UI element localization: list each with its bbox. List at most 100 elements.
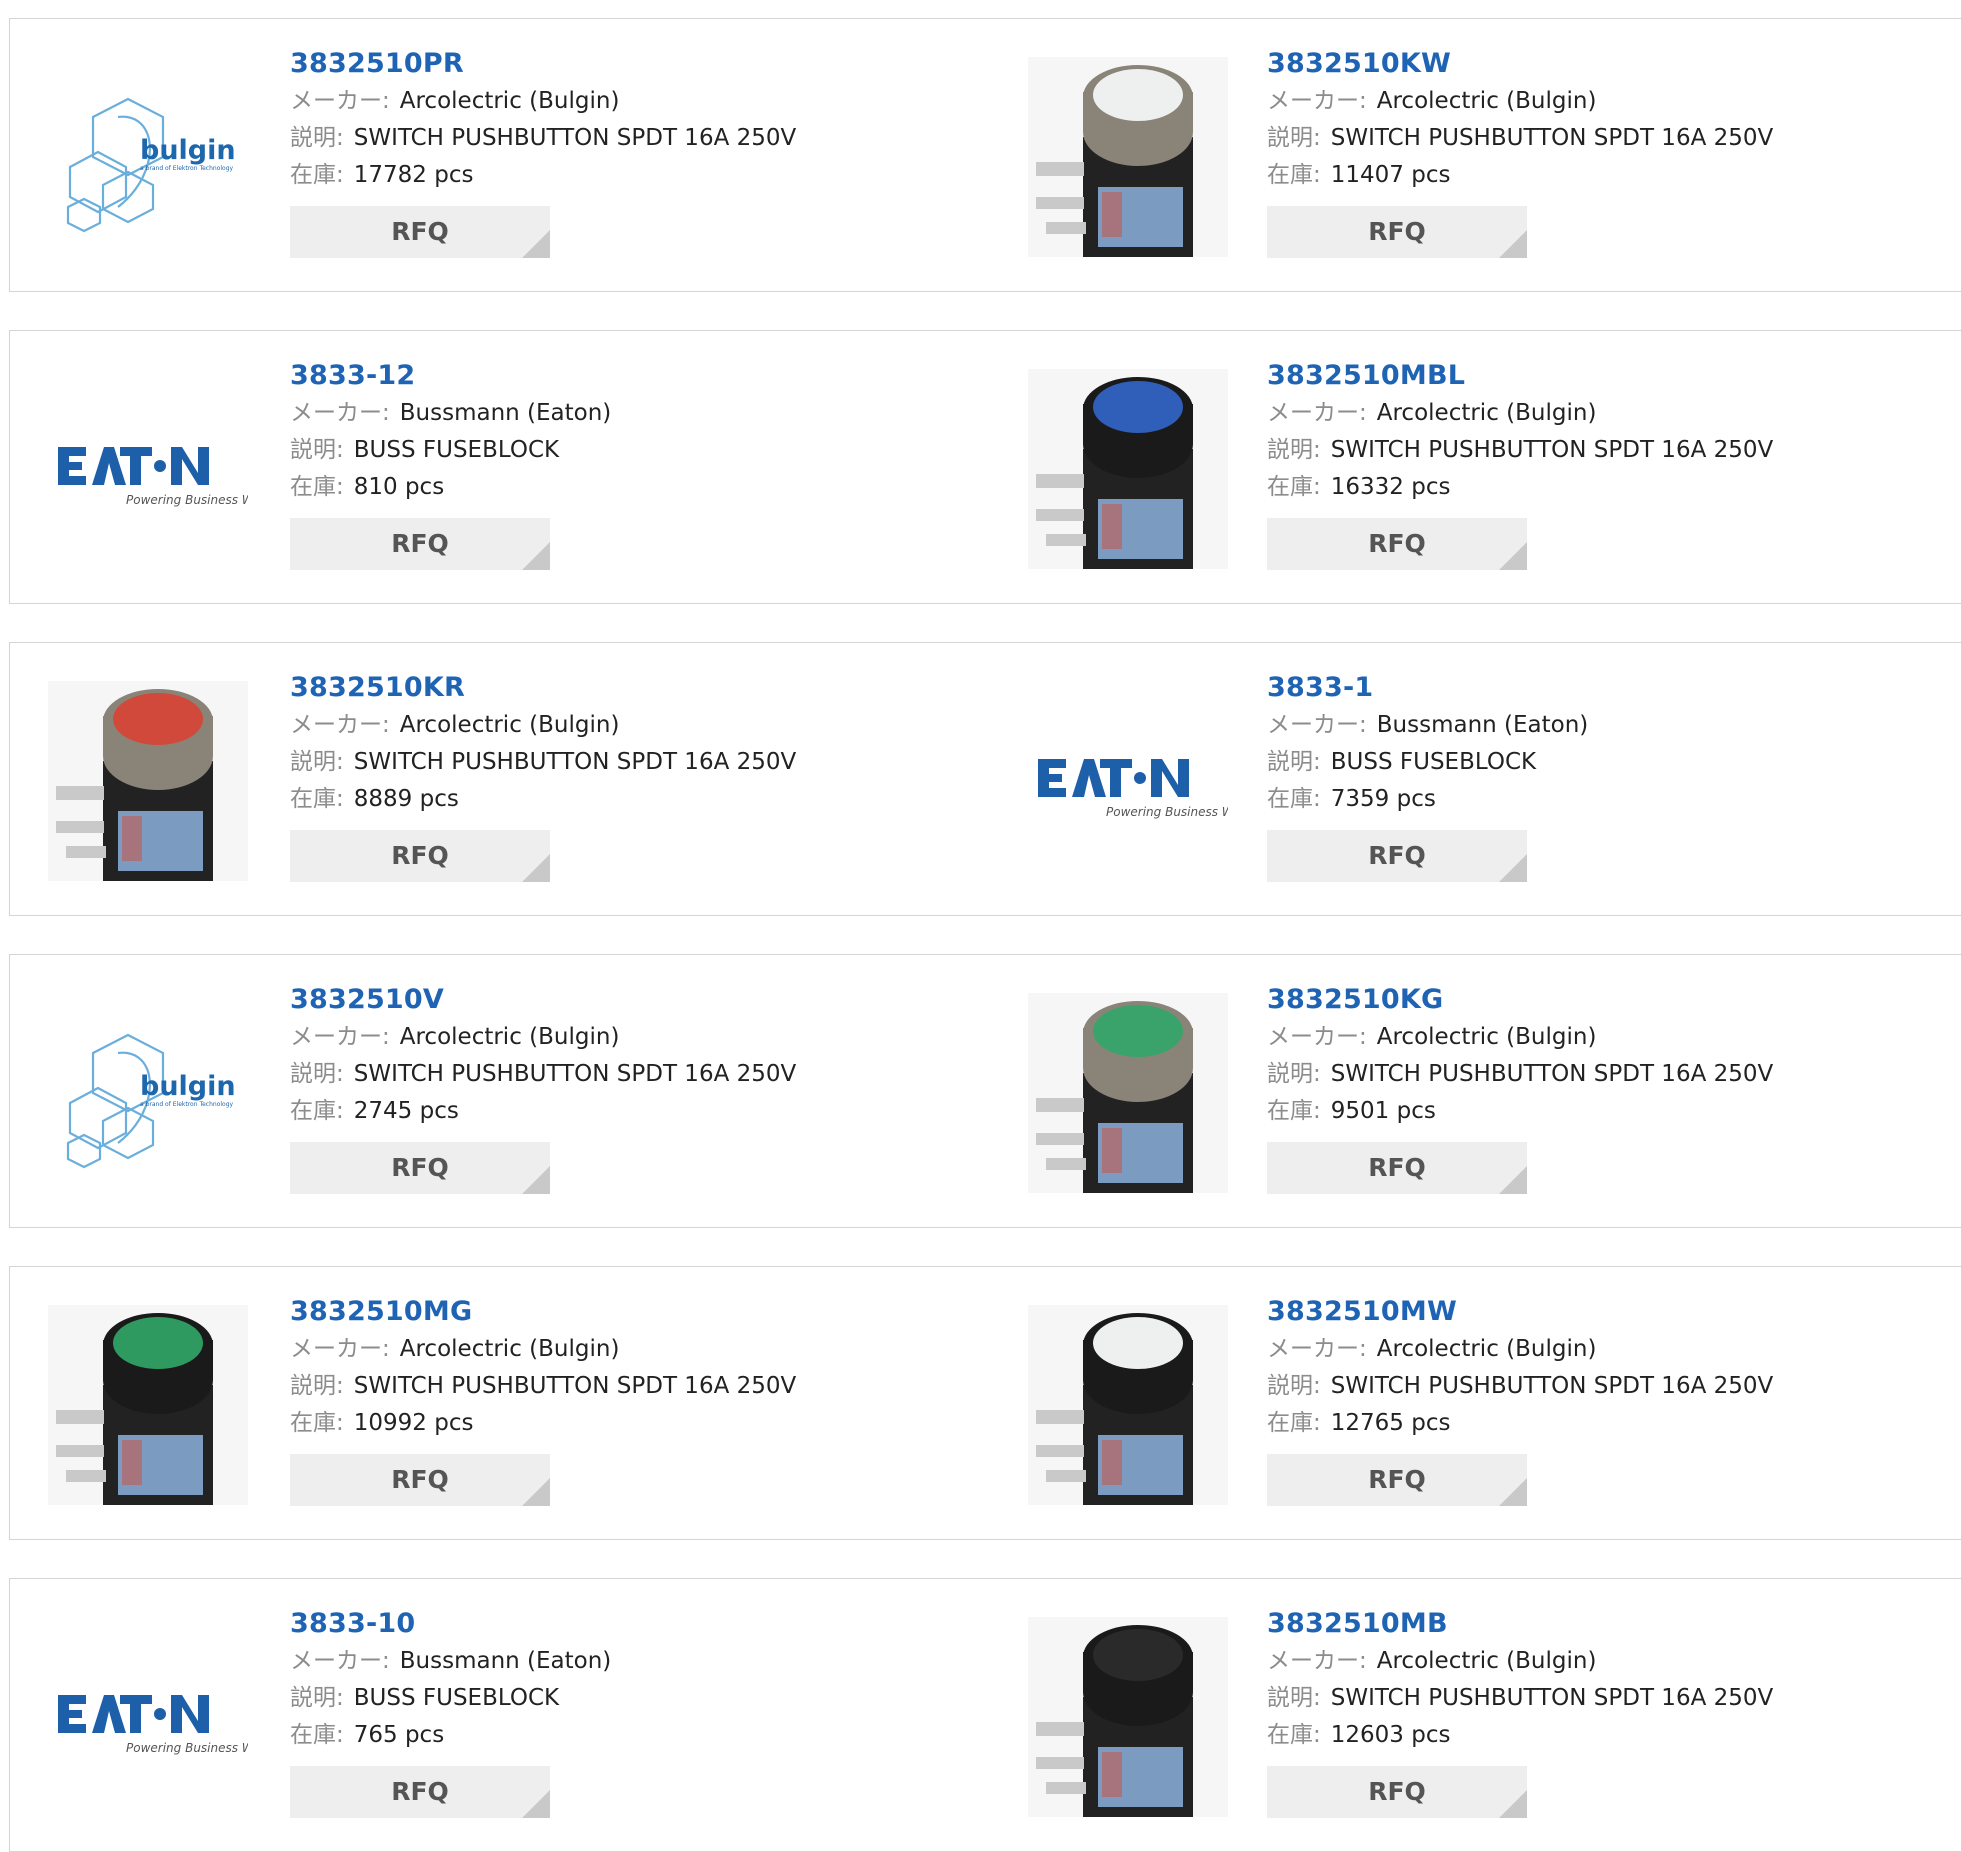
product-image[interactable]: bulgin a brand of Elektron Technology [48,57,248,257]
part-number-link[interactable]: 3832510PR [290,47,966,83]
description-row: 説明: BUSS FUSEBLOCK [290,432,966,469]
rfq-button[interactable]: RFQ [1267,1766,1527,1818]
stock-value: 11407 pcs [1330,162,1451,188]
pushbutton-switch-image [1028,1617,1228,1817]
rfq-button[interactable]: RFQ [290,206,550,258]
rfq-button[interactable]: RFQ [290,1454,550,1506]
product-image[interactable]: Powering Business Worldwide [48,369,248,569]
part-number-link[interactable]: 3833-1 [1267,671,1945,707]
eaton-logo: Powering Business Worldwide [1038,759,1228,819]
part-number-link[interactable]: 3832510MW [1267,1295,1945,1331]
rfq-button-label: RFQ [391,1153,449,1182]
product-grid: bulgin a brand of Elektron Technology 38… [0,0,1961,1852]
product-info: 3832510KR メーカー: Arcolectric (Bulgin) 説明: S… [290,671,966,882]
maker-value: Arcolectric (Bulgin) [399,88,620,114]
maker-label: メーカー: [1267,1648,1367,1674]
stock-label: 在庫: [1267,162,1321,188]
part-number-link[interactable]: 3832510MG [290,1295,966,1331]
rfq-button[interactable]: RFQ [1267,206,1527,258]
corner-triangle-icon [1499,230,1527,258]
rfq-button[interactable]: RFQ [290,1766,550,1818]
product-info: 3832510KW メーカー: Arcolectric (Bulgin) 説明: S… [1267,47,1945,258]
rfq-button[interactable]: RFQ [1267,1142,1527,1194]
description-label: 説明: [290,125,344,151]
product-info: 3832510MBL メーカー: Arcolectric (Bulgin) 説明:… [1267,359,1945,570]
stock-label: 在庫: [1267,1722,1321,1748]
maker-row: メーカー: Arcolectric (Bulgin) [290,1019,966,1056]
maker-row: メーカー: Arcolectric (Bulgin) [290,83,966,120]
part-number-link[interactable]: 3832510V [290,983,966,1019]
eaton-logo: Powering Business Worldwide [58,447,248,507]
rfq-button-label: RFQ [1368,217,1426,246]
maker-value: Arcolectric (Bulgin) [399,1336,620,1362]
rfq-button[interactable]: RFQ [1267,830,1527,882]
description-label: 説明: [290,437,344,463]
product-image[interactable] [1028,993,1228,1193]
stock-value: 16332 pcs [1330,474,1451,500]
stock-label: 在庫: [1267,1410,1321,1436]
rfq-button[interactable]: RFQ [290,1142,550,1194]
rfq-button-label: RFQ [391,217,449,246]
description-label: 説明: [1267,1373,1321,1399]
product-image[interactable]: bulgin a brand of Elektron Technology [48,993,248,1193]
stock-label: 在庫: [290,1410,344,1436]
description-value: SWITCH PUSHBUTTON SPDT 16A 250V [353,749,797,775]
part-number-link[interactable]: 3832510KW [1267,47,1945,83]
corner-triangle-icon [1499,542,1527,570]
part-number-link[interactable]: 3832510KG [1267,983,1945,1019]
rfq-button[interactable]: RFQ [290,830,550,882]
product-info: 3832510PR メーカー: Arcolectric (Bulgin) 説明: S… [290,47,966,258]
product-image[interactable] [1028,57,1228,257]
pushbutton-switch-image [48,1305,248,1505]
description-label: 説明: [290,1061,344,1087]
description-value: BUSS FUSEBLOCK [353,437,560,463]
part-number-link[interactable]: 3832510MBL [1267,359,1945,395]
product-image[interactable] [1028,1617,1228,1817]
product-card: Powering Business Worldwide 3833-12 メーカー… [9,330,987,604]
maker-label: メーカー: [1267,1336,1367,1362]
product-image[interactable] [1028,369,1228,569]
stock-label: 在庫: [290,162,344,188]
rfq-button[interactable]: RFQ [1267,1454,1527,1506]
rfq-button[interactable]: RFQ [1267,518,1527,570]
description-label: 説明: [1267,1061,1321,1087]
rfq-button-label: RFQ [1368,529,1426,558]
description-value: SWITCH PUSHBUTTON SPDT 16A 250V [1330,125,1774,151]
stock-value: 765 pcs [353,1722,445,1748]
corner-triangle-icon [522,542,550,570]
bulgin-tagline: a brand of Elektron Technology [140,165,233,172]
description-value: SWITCH PUSHBUTTON SPDT 16A 250V [1330,1061,1774,1087]
rfq-button-label: RFQ [1368,1153,1426,1182]
part-number-link[interactable]: 3833-10 [290,1607,966,1643]
stock-label: 在庫: [1267,786,1321,812]
rfq-button-label: RFQ [391,1465,449,1494]
description-row: 説明: SWITCH PUSHBUTTON SPDT 16A 250V [290,120,966,157]
description-label: 説明: [1267,1685,1321,1711]
eaton-tagline: Powering Business Worldwide [126,1741,248,1755]
product-image[interactable] [48,681,248,881]
part-number-link[interactable]: 3832510KR [290,671,966,707]
product-info: 3832510MW メーカー: Arcolectric (Bulgin) 説明: S… [1267,1295,1945,1506]
bulgin-tagline: a brand of Elektron Technology [140,1101,233,1108]
product-info: 3833-10 メーカー: Bussmann (Eaton) 説明: BUSS FU… [290,1607,966,1818]
bulgin-wordmark: bulgin [140,1071,236,1102]
product-card: 3832510MG メーカー: Arcolectric (Bulgin) 説明: S… [9,1266,987,1540]
product-image[interactable] [48,1305,248,1505]
description-row: 説明: SWITCH PUSHBUTTON SPDT 16A 250V [1267,120,1945,157]
product-image[interactable]: Powering Business Worldwide [48,1617,248,1817]
product-info: 3832510V メーカー: Arcolectric (Bulgin) 説明: SW… [290,983,966,1194]
stock-label: 在庫: [290,786,344,812]
bulgin-logo: bulgin a brand of Elektron Technology [66,97,236,233]
part-number-link[interactable]: 3833-12 [290,359,966,395]
corner-triangle-icon [1499,1166,1527,1194]
product-image[interactable]: Powering Business Worldwide [1028,681,1228,881]
part-number-link[interactable]: 3832510MB [1267,1607,1945,1643]
eaton-tagline: Powering Business Worldwide [126,493,248,507]
rfq-button[interactable]: RFQ [290,518,550,570]
maker-value: Arcolectric (Bulgin) [399,712,620,738]
product-info: 3833-1 メーカー: Bussmann (Eaton) 説明: BUSS FUS… [1267,671,1945,882]
maker-label: メーカー: [290,400,390,426]
maker-row: メーカー: Bussmann (Eaton) [290,1643,966,1680]
maker-value: Arcolectric (Bulgin) [1376,88,1597,114]
product-image[interactable] [1028,1305,1228,1505]
